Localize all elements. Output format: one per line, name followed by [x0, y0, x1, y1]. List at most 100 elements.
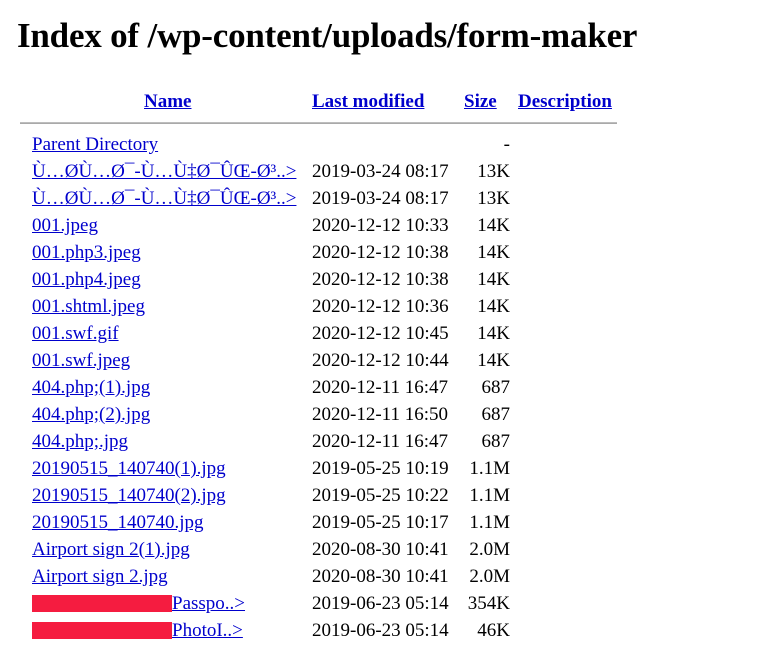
table-row[interactable]: 20190515_140740(1).jpg 2019-05-25 10:19 1.… — [20, 455, 618, 482]
table-row[interactable]: 404.php;(2).jpg 2020-12-11 16:50 687 — [20, 401, 618, 428]
file-size: 13K — [477, 188, 510, 209]
parent-directory-name-cell: Parent Directory — [20, 131, 312, 158]
file-size: 2.0M — [469, 566, 510, 587]
table-row[interactable]: 001.shtml.jpeg 2020-12-12 10:36 14K — [20, 293, 618, 320]
table-row[interactable]: 404.php;(1).jpg 2020-12-11 16:47 687 — [20, 374, 618, 401]
file-link[interactable]: 001.jpeg — [32, 215, 98, 236]
parent-directory-date — [312, 131, 464, 158]
table-row[interactable]: Passpo..> 2019-06-23 05:14 354K — [20, 590, 618, 617]
column-header-name-cell: Name — [20, 88, 312, 119]
redacted-file-name: Passpo..> — [32, 590, 245, 617]
file-name-cell: Passpo..> — [20, 590, 312, 617]
file-name-cell: 001.shtml.jpeg — [20, 293, 312, 320]
header-divider-row — [20, 119, 618, 131]
file-last-modified: 2019-03-24 08:17 — [312, 188, 449, 209]
file-link[interactable]: 001.php3.jpeg — [32, 242, 141, 263]
table-row[interactable]: 001.php4.jpeg 2020-12-12 10:38 14K — [20, 266, 618, 293]
file-link[interactable]: 20190515_140740.jpg — [32, 512, 204, 533]
file-size: 14K — [477, 323, 510, 344]
table-row[interactable]: Ù…ØÙ…Ø¯-Ù…Ù‡Ø¯ÛŒ-Ø³..> 2019-03-24 08:17 13… — [20, 158, 618, 185]
file-last-modified: 2020-08-30 10:41 — [312, 566, 449, 587]
redaction-bar — [32, 622, 172, 639]
table-row-parent-directory[interactable]: Parent Directory - — [20, 131, 618, 158]
column-header-size-cell: Size — [464, 88, 518, 119]
file-link[interactable]: 404.php;.jpg — [32, 431, 128, 452]
file-link[interactable]: Ù…ØÙ…Ø¯-Ù…Ù‡Ø¯ÛŒ-Ø³..> — [32, 161, 296, 182]
file-name-cell: 20190515_140740(2).jpg — [20, 482, 312, 509]
file-name-cell: 001.php4.jpeg — [20, 266, 312, 293]
column-header-last-modified-cell: Last modified — [312, 88, 464, 119]
directory-table-body: Parent Directory - Ù…ØÙ…Ø¯-Ù…Ù‡Ø¯ÛŒ-Ø³..… — [20, 131, 618, 644]
horizontal-rule — [20, 122, 617, 124]
file-size: 14K — [477, 269, 510, 290]
file-last-modified: 2020-12-12 10:45 — [312, 323, 449, 344]
file-name-cell: Airport sign 2.jpg — [20, 563, 312, 590]
file-description — [518, 158, 618, 185]
file-size: 687 — [481, 377, 511, 398]
file-description — [518, 320, 618, 347]
header-divider-cell — [20, 119, 618, 131]
sort-by-size-link[interactable]: Size — [464, 91, 497, 112]
file-link[interactable]: 001.swf.gif — [32, 323, 119, 344]
file-link[interactable]: Airport sign 2(1).jpg — [32, 539, 190, 560]
table-row[interactable]: 001.swf.jpeg 2020-12-12 10:44 14K — [20, 347, 618, 374]
file-last-modified: 2020-08-30 10:41 — [312, 539, 449, 560]
file-last-modified: 2020-12-11 16:47 — [312, 377, 448, 398]
directory-table: Name Last modified Size Description Pare… — [20, 88, 618, 644]
file-size: 1.1M — [469, 485, 510, 506]
file-link[interactable]: PhotoI..> — [172, 620, 243, 641]
file-last-modified: 2019-05-25 10:22 — [312, 485, 449, 506]
table-row[interactable]: 001.jpeg 2020-12-12 10:33 14K — [20, 212, 618, 239]
table-row[interactable]: 001.swf.gif 2020-12-12 10:45 14K — [20, 320, 618, 347]
file-link[interactable]: 001.shtml.jpeg — [32, 296, 145, 317]
file-link[interactable]: Passpo..> — [172, 593, 245, 614]
table-row[interactable]: 404.php;.jpg 2020-12-11 16:47 687 — [20, 428, 618, 455]
file-link[interactable]: 001.swf.jpeg — [32, 350, 130, 371]
file-size: 14K — [477, 296, 510, 317]
page-title: Index of /wp-content/uploads/form-maker — [17, 16, 638, 55]
file-link[interactable]: 404.php;(2).jpg — [32, 404, 150, 425]
file-size: 354K — [467, 593, 510, 614]
file-description — [518, 293, 618, 320]
file-name-cell: 404.php;(2).jpg — [20, 401, 312, 428]
sort-by-last-modified-link[interactable]: Last modified — [312, 91, 424, 112]
file-size: 1.1M — [469, 458, 510, 479]
file-last-modified: 2019-06-23 05:14 — [312, 593, 449, 614]
file-description — [518, 239, 618, 266]
file-link[interactable]: 20190515_140740(1).jpg — [32, 458, 226, 479]
redacted-file-name: PhotoI..> — [32, 617, 243, 644]
file-name-cell: Ù…ØÙ…Ø¯-Ù…Ù‡Ø¯ÛŒ-Ø³..> — [20, 185, 312, 212]
file-size: 14K — [477, 215, 510, 236]
file-link[interactable]: 001.php4.jpeg — [32, 269, 141, 290]
file-description — [518, 374, 618, 401]
table-row[interactable]: PhotoI..> 2019-06-23 05:14 46K — [20, 617, 618, 644]
file-link[interactable]: Ù…ØÙ…Ø¯-Ù…Ù‡Ø¯ÛŒ-Ø³..> — [32, 188, 296, 209]
table-row[interactable]: Airport sign 2(1).jpg 2020-08-30 10:41 2.0… — [20, 536, 618, 563]
table-row[interactable]: Airport sign 2.jpg 2020-08-30 10:41 2.0M — [20, 563, 618, 590]
file-last-modified: 2020-12-12 10:38 — [312, 269, 449, 290]
table-row[interactable]: 20190515_140740(2).jpg 2019-05-25 10:22 1.… — [20, 482, 618, 509]
table-header-row: Name Last modified Size Description — [20, 88, 618, 119]
file-last-modified: 2020-12-12 10:33 — [312, 215, 449, 236]
file-last-modified: 2019-06-23 05:14 — [312, 620, 449, 641]
table-row[interactable]: Ù…ØÙ…Ø¯-Ù…Ù‡Ø¯ÛŒ-Ø³..> 2019-03-24 08:17 13… — [20, 185, 618, 212]
file-link[interactable]: Airport sign 2.jpg — [32, 566, 168, 587]
table-row[interactable]: 001.php3.jpeg 2020-12-12 10:38 14K — [20, 239, 618, 266]
file-link[interactable]: 20190515_140740(2).jpg — [32, 485, 226, 506]
file-last-modified: 2019-03-24 08:17 — [312, 161, 449, 182]
file-description — [518, 212, 618, 239]
file-description — [518, 509, 618, 536]
file-last-modified: 2019-05-25 10:19 — [312, 458, 449, 479]
file-name-cell: 001.swf.jpeg — [20, 347, 312, 374]
file-name-cell: 001.jpeg — [20, 212, 312, 239]
directory-listing: Name Last modified Size Description Pare… — [20, 88, 620, 644]
parent-directory-link[interactable]: Parent Directory — [32, 134, 158, 155]
directory-index-page: Index of /wp-content/uploads/form-maker … — [0, 0, 760, 669]
file-size: 687 — [481, 431, 511, 452]
table-row[interactable]: 20190515_140740.jpg 2019-05-25 10:17 1.1M — [20, 509, 618, 536]
file-link[interactable]: 404.php;(1).jpg — [32, 377, 150, 398]
sort-by-name-link[interactable]: Name — [144, 91, 191, 112]
file-description — [518, 563, 618, 590]
file-name-cell: 404.php;.jpg — [20, 428, 312, 455]
sort-by-description-link[interactable]: Description — [518, 91, 612, 112]
